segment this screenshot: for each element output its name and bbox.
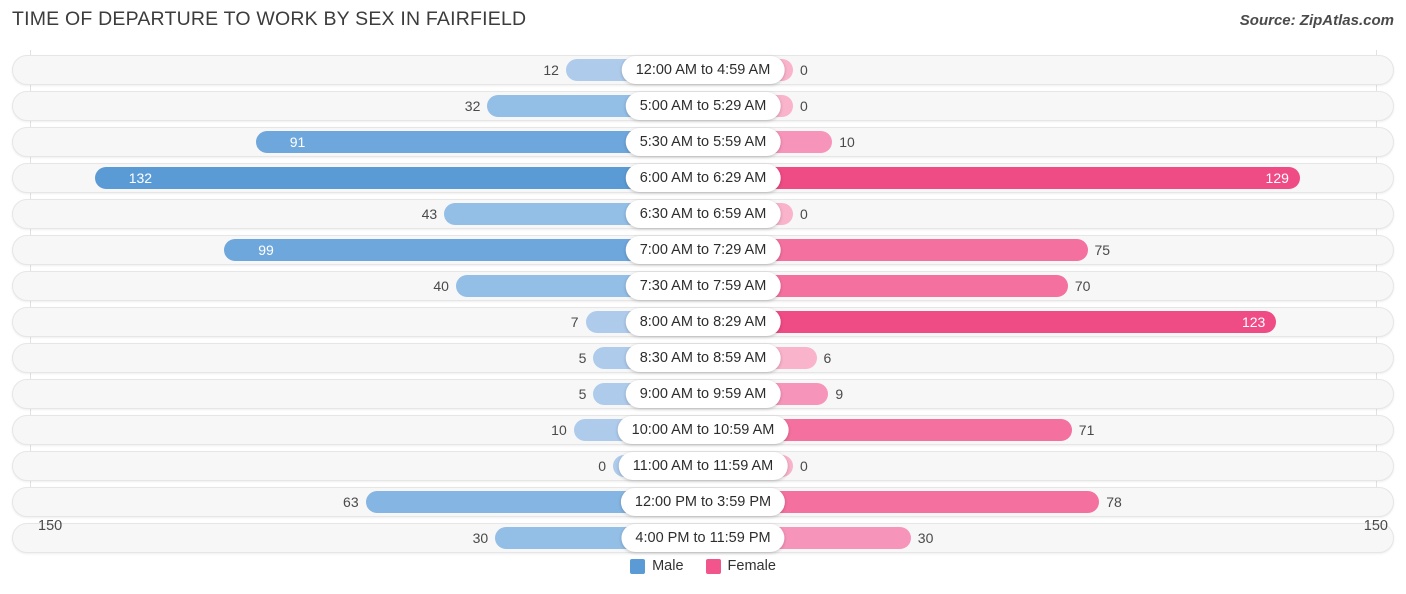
row-bars: 91 10 5:30 AM to 5:59 AM [12,127,1394,157]
table-row: 99 75 7:00 AM to 7:29 AM [12,235,1394,265]
bar-value-male: 0 [598,458,606,474]
bar-value-female: 0 [800,62,808,78]
row-bars: 30 30 4:00 PM to 11:59 PM [12,523,1394,553]
table-row: 5 6 8:30 AM to 8:59 AM [12,343,1394,373]
legend-item-male[interactable]: Male [630,558,684,574]
row-bars: 63 78 12:00 PM to 3:59 PM [12,487,1394,517]
table-row: 63 78 12:00 PM to 3:59 PM [12,487,1394,517]
legend-swatch-icon [705,558,721,574]
table-row: 40 70 7:30 AM to 7:59 AM [12,271,1394,301]
chart-plot-area: 12 0 12:00 AM to 4:59 AM 32 0 5:00 AM to 5:29… [0,50,1406,574]
bar-value-female: 0 [800,98,808,114]
bar-value-male: 132 [128,170,153,186]
table-row: 0 0 11:00 AM to 11:59 AM [12,451,1394,481]
bar-value-female: 70 [1074,278,1091,294]
bar-value-male: 10 [551,422,567,438]
bar-value-female: 75 [1094,242,1111,258]
bar-value-female: 30 [917,530,934,546]
bar-value-female: 129 [1265,170,1289,186]
table-row: 5 9 9:00 AM to 9:59 AM [12,379,1394,409]
table-row: 12 0 12:00 AM to 4:59 AM [12,55,1394,85]
bar-value-female: 0 [800,458,808,474]
bar-female[interactable] [703,311,1276,333]
bar-value-female: 123 [1241,314,1266,330]
bar-value-male: 40 [433,278,449,294]
table-row: 132 129 6:00 AM to 6:29 AM [12,163,1394,193]
row-bars: 132 129 6:00 AM to 6:29 AM [12,163,1394,193]
legend-label: Female [727,558,776,574]
legend-swatch-icon [630,558,646,574]
row-label: 9:00 AM to 9:59 AM [625,380,781,408]
table-row: 91 10 5:30 AM to 5:59 AM [12,127,1394,157]
legend-item-female[interactable]: Female [705,558,776,574]
table-row: 43 0 6:30 AM to 6:59 AM [12,199,1394,229]
bar-value-male: 7 [570,314,579,330]
bar-value-female: 71 [1078,422,1095,438]
bar-value-male: 5 [578,386,587,402]
source-attribution: Source: ZipAtlas.com [1239,12,1394,29]
bar-male[interactable] [94,167,703,189]
row-label: 4:00 PM to 11:59 PM [621,524,785,552]
bar-value-male: 32 [464,98,481,114]
bar-value-male: 30 [472,530,489,546]
bar-value-female: 9 [835,386,844,402]
table-row: 32 0 5:00 AM to 5:29 AM [12,91,1394,121]
row-label: 12:00 AM to 4:59 AM [621,56,785,84]
row-bars: 40 70 7:30 AM to 7:59 AM [12,271,1394,301]
chart-legend: Male Female [0,558,1406,574]
row-bars: 5 6 8:30 AM to 8:59 AM [12,343,1394,373]
chart-page: TIME OF DEPARTURE TO WORK BY SEX IN FAIR… [0,0,1406,594]
row-label: 10:00 AM to 10:59 AM [617,416,789,444]
bar-value-female: 0 [800,206,808,222]
row-bars: 7 123 8:00 AM to 8:29 AM [12,307,1394,337]
row-label: 6:00 AM to 6:29 AM [625,164,781,192]
row-bars: 99 75 7:00 AM to 7:29 AM [12,235,1394,265]
bar-value-male: 91 [289,134,306,150]
row-bars: 43 0 6:30 AM to 6:59 AM [12,199,1394,229]
table-row: 10 71 10:00 AM to 10:59 AM [12,415,1394,445]
row-label: 11:00 AM to 11:59 AM [618,452,788,480]
bar-female[interactable] [703,167,1300,189]
table-row: 30 30 4:00 PM to 11:59 PM [12,523,1394,553]
bar-value-female: 10 [839,134,855,150]
bar-value-male: 43 [421,206,438,222]
row-label: 5:00 AM to 5:29 AM [625,92,781,120]
row-label: 12:00 PM to 3:59 PM [620,488,786,516]
bar-value-male: 63 [343,494,359,510]
bar-value-male: 5 [578,350,587,366]
bar-value-male: 12 [543,62,559,78]
row-label: 7:00 AM to 7:29 AM [625,236,781,264]
bar-value-female: 6 [823,350,832,366]
row-bars: 32 0 5:00 AM to 5:29 AM [12,91,1394,121]
row-label: 7:30 AM to 7:59 AM [625,272,781,300]
row-bars: 0 0 11:00 AM to 11:59 AM [12,451,1394,481]
table-row: 7 123 8:00 AM to 8:29 AM [12,307,1394,337]
row-label: 8:30 AM to 8:59 AM [625,344,781,372]
row-label: 8:00 AM to 8:29 AM [625,308,781,336]
row-bars: 10 71 10:00 AM to 10:59 AM [12,415,1394,445]
row-bars: 5 9 9:00 AM to 9:59 AM [12,379,1394,409]
row-label: 5:30 AM to 5:59 AM [625,128,781,156]
row-label: 6:30 AM to 6:59 AM [625,200,781,228]
row-bars: 12 0 12:00 AM to 4:59 AM [12,55,1394,85]
bar-value-female: 78 [1106,494,1122,510]
bar-value-male: 99 [258,242,274,258]
page-title: TIME OF DEPARTURE TO WORK BY SEX IN FAIR… [12,8,527,30]
legend-label: Male [652,558,684,574]
